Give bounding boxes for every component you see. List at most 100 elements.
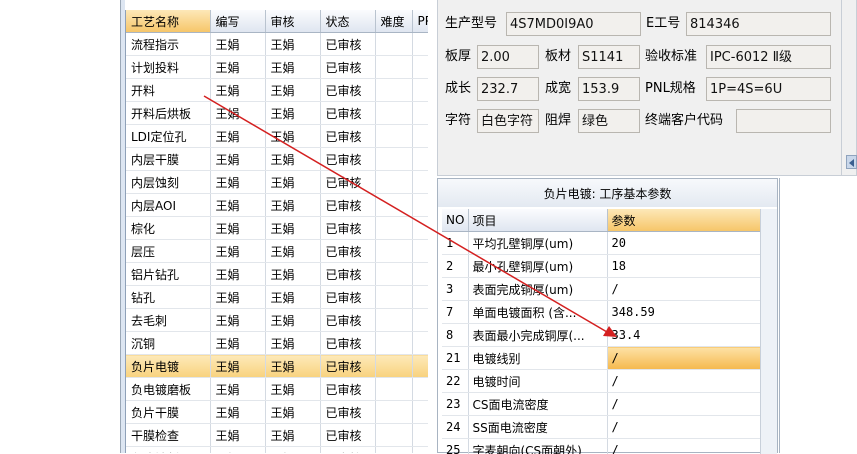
scroll-left-icon[interactable] bbox=[846, 155, 857, 169]
table-row[interactable]: 22电镀时间/ bbox=[442, 370, 760, 393]
table-cell: 已审核 bbox=[320, 194, 375, 217]
params-scrollbar[interactable] bbox=[760, 209, 777, 454]
table-cell[interactable]: 33.4 bbox=[607, 324, 760, 347]
e-no-field[interactable]: 814346 bbox=[686, 12, 831, 36]
table-row[interactable]: 7单面电镀面积 (含...348.59 bbox=[442, 301, 760, 324]
table-cell: 电镀线别 bbox=[468, 347, 607, 370]
length-field[interactable]: 232.7 bbox=[477, 77, 539, 101]
table-cell[interactable]: / bbox=[607, 416, 760, 439]
column-header[interactable]: 项目 bbox=[468, 209, 607, 232]
table-row[interactable]: 24SS面电流密度/ bbox=[442, 416, 760, 439]
thickness-label: 板厚 bbox=[445, 45, 471, 69]
table-row[interactable]: 3表面完成铜厚(um)/ bbox=[442, 278, 760, 301]
table-row[interactable]: 21电镀线别/ bbox=[442, 347, 760, 370]
table-cell: 8 bbox=[442, 324, 468, 347]
table-cell: 表面最小完成铜厚(... bbox=[468, 324, 607, 347]
customer-code-field[interactable] bbox=[736, 109, 831, 133]
table-cell[interactable]: 20 bbox=[607, 232, 760, 255]
thickness-field[interactable]: 2.00 bbox=[477, 45, 539, 69]
table-cell[interactable]: / bbox=[607, 278, 760, 301]
material-field[interactable]: S1141 bbox=[578, 45, 640, 69]
table-cell[interactable]: 18 bbox=[607, 255, 760, 278]
table-row[interactable]: 计划投料王娟王娟已审核 bbox=[126, 56, 428, 79]
table-cell[interactable]: / bbox=[607, 347, 760, 370]
table-row[interactable]: 负片蚀刻王娟王娟已审核 bbox=[126, 447, 428, 454]
table-row[interactable]: 23CS面电流密度/ bbox=[442, 393, 760, 416]
table-row[interactable]: 25字麦朝向(CS面朝外)/ bbox=[442, 439, 760, 454]
table-row[interactable]: 开料后烘板王娟王娟已审核 bbox=[126, 102, 428, 125]
table-cell[interactable]: / bbox=[607, 393, 760, 416]
left-panel bbox=[0, 0, 121, 453]
table-cell: 王娟 bbox=[265, 286, 320, 309]
table-row[interactable]: 钻孔王娟王娟已审核 bbox=[126, 286, 428, 309]
column-header[interactable]: 审核 bbox=[265, 10, 320, 33]
table-cell: 王娟 bbox=[210, 263, 265, 286]
table-cell: 已审核 bbox=[320, 148, 375, 171]
table-cell: 王娟 bbox=[210, 286, 265, 309]
table-cell: 王娟 bbox=[265, 332, 320, 355]
table-cell: 干膜检查 bbox=[126, 424, 210, 447]
width-field[interactable]: 153.9 bbox=[578, 77, 640, 101]
standard-field[interactable]: IPC-6012 Ⅱ级 bbox=[706, 45, 831, 69]
table-cell: 已审核 bbox=[320, 401, 375, 424]
column-header[interactable]: NO bbox=[442, 209, 468, 232]
char-label: 字符 bbox=[445, 109, 471, 133]
column-header[interactable]: 状态 bbox=[320, 10, 375, 33]
char-field[interactable]: 白色字符 bbox=[477, 109, 539, 133]
table-row[interactable]: 内层AOI王娟王娟已审核 bbox=[126, 194, 428, 217]
process-grid-header: 工艺名称编写审核状态难度PP bbox=[126, 10, 428, 33]
table-cell: 电镀时间 bbox=[468, 370, 607, 393]
table-cell: 负片蚀刻 bbox=[126, 447, 210, 454]
table-row[interactable]: 干膜检查王娟王娟已审核 bbox=[126, 424, 428, 447]
column-header[interactable]: 参数 bbox=[607, 209, 760, 232]
table-cell: 王娟 bbox=[265, 102, 320, 125]
pnl-field[interactable]: 1P=4S=6U bbox=[706, 77, 831, 101]
table-row[interactable]: 沉铜王娟王娟已审核 bbox=[126, 332, 428, 355]
table-cell: 王娟 bbox=[210, 355, 265, 378]
table-row[interactable]: 内层干膜王娟王娟已审核 bbox=[126, 148, 428, 171]
column-header[interactable]: 难度 bbox=[375, 10, 412, 33]
table-row[interactable]: 负片干膜王娟王娟已审核 bbox=[126, 401, 428, 424]
table-cell: 已审核 bbox=[320, 263, 375, 286]
table-cell[interactable]: / bbox=[607, 439, 760, 454]
table-cell bbox=[375, 240, 412, 263]
table-cell[interactable]: 348.59 bbox=[607, 301, 760, 324]
column-header[interactable]: 工艺名称 bbox=[126, 10, 210, 33]
table-row[interactable]: 负片电镀王娟王娟已审核 bbox=[126, 355, 428, 378]
table-cell[interactable]: / bbox=[607, 370, 760, 393]
table-row[interactable]: 流程指示王娟王娟已审核 bbox=[126, 33, 428, 56]
table-row[interactable]: 铝片钻孔王娟王娟已审核 bbox=[126, 263, 428, 286]
table-cell bbox=[412, 355, 428, 378]
process-grid[interactable]: 工艺名称编写审核状态难度PP 流程指示王娟王娟已审核计划投料王娟王娟已审核开料王… bbox=[125, 10, 428, 453]
table-cell: 王娟 bbox=[210, 332, 265, 355]
table-row[interactable]: 开料王娟王娟已审核 bbox=[126, 79, 428, 102]
table-row[interactable]: 去毛刺王娟王娟已审核 bbox=[126, 309, 428, 332]
table-cell: 王娟 bbox=[265, 424, 320, 447]
table-cell: 2 bbox=[442, 255, 468, 278]
table-cell: 字麦朝向(CS面朝外) bbox=[468, 439, 607, 454]
table-cell: 去毛刺 bbox=[126, 309, 210, 332]
column-header[interactable]: 编写 bbox=[210, 10, 265, 33]
params-grid[interactable]: NO项目参数 1平均孔壁铜厚(um)202最小孔壁铜厚(um)183表面完成铜厚… bbox=[442, 209, 760, 454]
table-row[interactable]: 负电镀磨板王娟王娟已审核 bbox=[126, 378, 428, 401]
table-row[interactable]: 内层蚀刻王娟王娟已审核 bbox=[126, 171, 428, 194]
column-header[interactable]: PP bbox=[412, 10, 428, 33]
mask-field[interactable]: 绿色 bbox=[578, 109, 640, 133]
params-panel: 负片电镀: 工序基本参数 NO项目参数 1平均孔壁铜厚(um)202最小孔壁铜厚… bbox=[437, 178, 778, 453]
table-row[interactable]: 2最小孔壁铜厚(um)18 bbox=[442, 255, 760, 278]
table-row[interactable]: 8表面最小完成铜厚(...33.4 bbox=[442, 324, 760, 347]
table-row[interactable]: 层压王娟王娟已审核 bbox=[126, 240, 428, 263]
table-cell: 21 bbox=[442, 347, 468, 370]
table-cell: 王娟 bbox=[210, 401, 265, 424]
table-cell bbox=[375, 309, 412, 332]
table-cell bbox=[412, 332, 428, 355]
table-row[interactable]: LDI定位孔王娟王娟已审核 bbox=[126, 125, 428, 148]
table-row[interactable]: 1平均孔壁铜厚(um)20 bbox=[442, 232, 760, 255]
table-row[interactable]: 棕化王娟王娟已审核 bbox=[126, 217, 428, 240]
length-label: 成长 bbox=[445, 77, 471, 101]
params-title: 负片电镀: 工序基本参数 bbox=[438, 179, 777, 207]
info-panel: 生产型号 4S7MD0I9A0 E工号 814346 板厚 2.00 板材 S1… bbox=[437, 0, 857, 176]
table-cell: 平均孔壁铜厚(um) bbox=[468, 232, 607, 255]
model-field[interactable]: 4S7MD0I9A0 bbox=[506, 12, 641, 36]
table-cell bbox=[412, 240, 428, 263]
